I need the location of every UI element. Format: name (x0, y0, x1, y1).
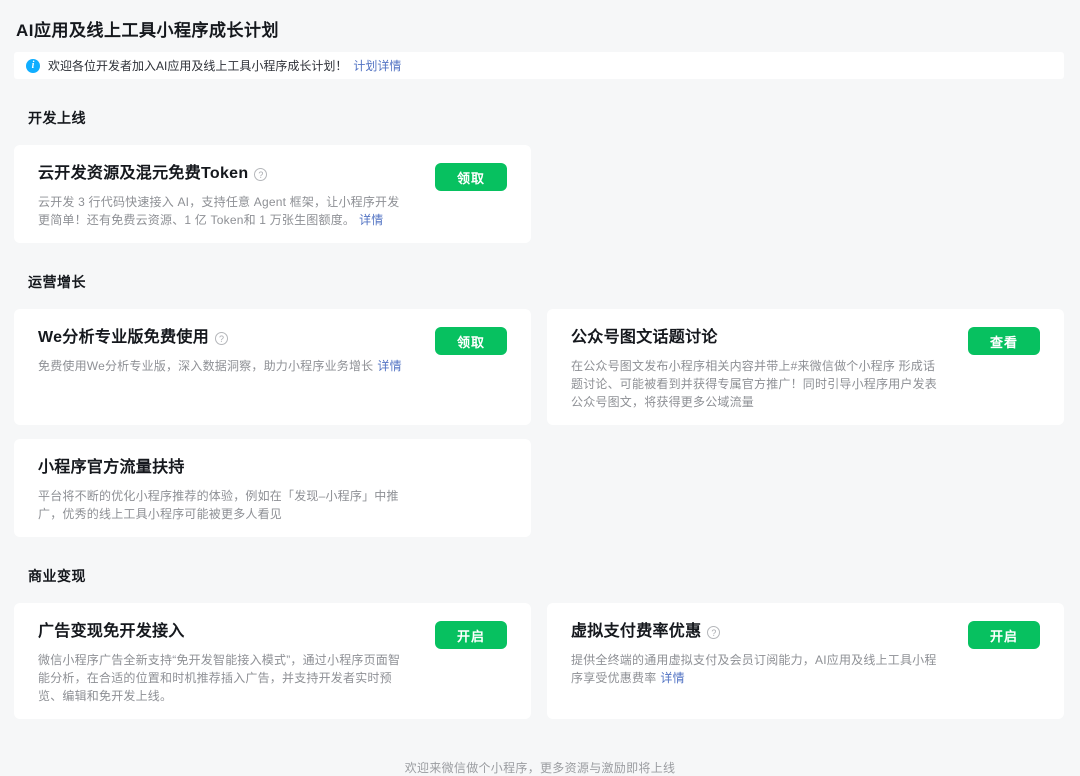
enable-button[interactable]: 开启 (435, 621, 507, 649)
card-we-analytics: We分析专业版免费使用 ? 免费使用We分析专业版，深入数据洞察，助力小程序业务… (14, 309, 531, 425)
row-growth: We分析专业版免费使用 ? 免费使用We分析专业版，深入数据洞察，助力小程序业务… (14, 309, 1064, 425)
card-desc-text: 免费使用We分析专业版，深入数据洞察，助力小程序业务增长 (38, 359, 373, 373)
info-icon: i (26, 59, 40, 73)
row-development: 云开发资源及混元免费Token ? 云开发 3 行代码快速接入 AI，支持任意 … (14, 145, 1064, 243)
card-official-account-topic: 公众号图文话题讨论 在公众号图文发布小程序相关内容并带上#来微信做个小程序 形成… (547, 309, 1064, 425)
help-icon[interactable]: ? (254, 168, 267, 181)
card-description: 微信小程序广告全新支持“免开发智能接入模式”，通过小程序页面智能分析，在合适的位… (38, 651, 410, 705)
claim-button[interactable]: 领取 (435, 327, 507, 355)
welcome-banner: i 欢迎各位开发者加入AI应用及线上工具小程序成长计划！ 计划详情 (14, 52, 1064, 79)
content-area: 开发上线 云开发资源及混元免费Token ? 云开发 3 行代码快速接入 AI，… (0, 108, 1080, 719)
card-description: 免费使用We分析专业版，深入数据洞察，助力小程序业务增长详情 (38, 357, 410, 375)
card-desc-text: 微信小程序广告全新支持“免开发智能接入模式”，通过小程序页面智能分析，在合适的位… (38, 653, 400, 703)
card-description: 平台将不断的优化小程序推荐的体验，例如在「发现–小程序」中推广，优秀的线上工具小… (38, 487, 410, 523)
card-title: 虚拟支付费率优惠 (571, 621, 701, 643)
card-description: 云开发 3 行代码快速接入 AI，支持任意 Agent 框架，让小程序开发更简单… (38, 193, 410, 229)
card-ad-monetization: 广告变现免开发接入 微信小程序广告全新支持“免开发智能接入模式”，通过小程序页面… (14, 603, 531, 719)
row-monetization: 广告变现免开发接入 微信小程序广告全新支持“免开发智能接入模式”，通过小程序页面… (14, 603, 1064, 719)
card-desc-text: 提供全终端的通用虚拟支付及会员订阅能力，AI应用及线上工具小程序享受优惠费率 (571, 653, 937, 685)
card-desc-text: 在公众号图文发布小程序相关内容并带上#来微信做个小程序 形成话题讨论、可能被看到… (571, 359, 937, 409)
card-virtual-payment: 虚拟支付费率优惠 ? 提供全终端的通用虚拟支付及会员订阅能力，AI应用及线上工具… (547, 603, 1064, 719)
details-link[interactable]: 详情 (660, 671, 684, 685)
card-title: 小程序官方流量扶持 (38, 457, 185, 479)
view-button[interactable]: 查看 (968, 327, 1040, 355)
card-description: 在公众号图文发布小程序相关内容并带上#来微信做个小程序 形成话题讨论、可能被看到… (571, 357, 943, 411)
card-desc-text: 平台将不断的优化小程序推荐的体验，例如在「发现–小程序」中推广，优秀的线上工具小… (38, 489, 399, 521)
plan-details-link[interactable]: 计划详情 (353, 57, 401, 74)
card-cloud-resources: 云开发资源及混元免费Token ? 云开发 3 行代码快速接入 AI，支持任意 … (14, 145, 531, 243)
section-heading-growth: 运营增长 (28, 272, 1064, 292)
details-link[interactable]: 详情 (377, 359, 401, 373)
card-traffic-support: 小程序官方流量扶持 平台将不断的优化小程序推荐的体验，例如在「发现–小程序」中推… (14, 439, 531, 537)
section-heading-monetization: 商业变现 (28, 566, 1064, 586)
row-traffic: 小程序官方流量扶持 平台将不断的优化小程序推荐的体验，例如在「发现–小程序」中推… (14, 439, 1064, 537)
claim-button[interactable]: 领取 (435, 163, 507, 191)
footer-text: 欢迎来微信做个小程序，更多资源与激励即将上线 (0, 759, 1080, 776)
details-link[interactable]: 详情 (359, 213, 383, 227)
growth-plan-page: AI应用及线上工具小程序成长计划 i 欢迎各位开发者加入AI应用及线上工具小程序… (0, 0, 1080, 676)
help-icon[interactable]: ? (707, 626, 720, 639)
help-icon[interactable]: ? (215, 332, 228, 345)
enable-button[interactable]: 开启 (968, 621, 1040, 649)
banner-text: 欢迎各位开发者加入AI应用及线上工具小程序成长计划！ (48, 57, 347, 74)
card-title: 广告变现免开发接入 (38, 621, 185, 643)
page-title: AI应用及线上工具小程序成长计划 (0, 0, 1080, 52)
card-title: 公众号图文话题讨论 (571, 327, 718, 349)
card-desc-text: 云开发 3 行代码快速接入 AI，支持任意 Agent 框架，让小程序开发更简单… (38, 195, 399, 227)
card-title: We分析专业版免费使用 (38, 327, 209, 349)
card-description: 提供全终端的通用虚拟支付及会员订阅能力，AI应用及线上工具小程序享受优惠费率详情 (571, 651, 943, 687)
card-title: 云开发资源及混元免费Token (38, 163, 248, 185)
section-heading-development: 开发上线 (28, 108, 1064, 128)
